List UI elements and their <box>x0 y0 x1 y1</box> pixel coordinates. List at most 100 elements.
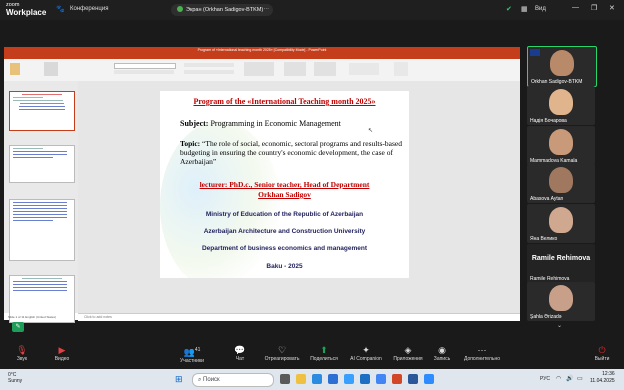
participant-name-center: Ramile Rehimova <box>531 255 591 262</box>
language-indicator[interactable]: РУС <box>540 376 550 382</box>
annotate-icon[interactable]: ✎ <box>12 322 24 332</box>
subject-label: Subject: <box>180 119 209 128</box>
topic-value: “The role of social, economic, sectoral … <box>180 139 402 166</box>
leave-button[interactable]: ⏻ Выйти <box>582 344 622 363</box>
ppt-ribbon <box>4 59 520 82</box>
close-icon[interactable]: ✕ <box>609 4 615 12</box>
wifi-icon[interactable]: ◠ <box>556 375 561 382</box>
mic-off-icon: 🎙 <box>16 345 28 355</box>
weather-widget[interactable]: 0°C Sunny <box>8 372 22 384</box>
record-icon: ◉ <box>438 345 446 355</box>
participant-avatar <box>549 285 573 311</box>
participant-tile[interactable]: Надія Бочарова <box>527 86 595 125</box>
battery-icon[interactable]: ▭ <box>577 375 583 382</box>
video-label: Видео <box>54 356 70 362</box>
more-button[interactable]: ⋯ Дополнительно <box>462 344 502 363</box>
chat-button[interactable]: 💬 Чат <box>220 344 260 363</box>
ppt-status-text: Slide 1 of 11 English (United States) <box>8 315 56 319</box>
participant-name: Abasova Aytan <box>530 196 564 202</box>
conference-tab[interactable]: Конференция <box>70 6 108 12</box>
participant-tile[interactable]: Ramile Rehimova Ramile Rehimova <box>527 244 595 283</box>
zoom-app-icon[interactable] <box>328 374 338 384</box>
participant-name: Orkhan Sadigov-BTKM <box>531 79 583 85</box>
participants-button[interactable]: 👥41 Участники <box>172 344 212 365</box>
ai-companion-button[interactable]: ✦ AI Companion <box>346 344 386 363</box>
slide-ministry: Ministry of Education of the Republic of… <box>205 211 364 218</box>
subject-value: Programming in Economic Management <box>208 119 341 128</box>
windows-start-icon[interactable]: ⊞ <box>175 374 183 385</box>
powerpoint-icon[interactable] <box>392 374 402 384</box>
new-slide-icon[interactable] <box>44 62 58 76</box>
file-explorer-icon[interactable] <box>296 374 306 384</box>
react-button[interactable]: ♡ Отреагировать <box>262 344 302 363</box>
word-icon[interactable] <box>408 374 418 384</box>
slide-topic: Topic: “The role of social, economic, se… <box>180 139 405 166</box>
audio-button[interactable]: 🎙 Звук <box>2 344 42 363</box>
quick-styles-icon[interactable] <box>314 62 336 76</box>
video-button[interactable]: ▶ Видео <box>42 344 82 363</box>
paste-icon[interactable] <box>10 63 20 75</box>
slide-program-title: Program of the «International Teaching m… <box>193 97 376 106</box>
more-label: Дополнительно <box>464 356 500 362</box>
task-view-icon[interactable] <box>280 374 290 384</box>
leave-icon: ⏻ <box>598 345 606 355</box>
chrome-icon[interactable] <box>376 374 386 384</box>
badge-icon <box>530 49 540 56</box>
participants-count: 41 <box>194 347 201 353</box>
current-slide[interactable]: Program of the «International Teaching m… <box>160 91 409 278</box>
share-icon: ⬆ <box>320 345 328 355</box>
participant-avatar <box>550 50 574 76</box>
minimize-icon[interactable]: — <box>572 4 579 11</box>
search-label: Поиск <box>203 377 220 383</box>
zoom-logo: zoom Workplace <box>6 2 46 17</box>
arrange-icon[interactable] <box>284 62 306 76</box>
participant-tile[interactable]: Şahla Ərizadə <box>527 282 595 321</box>
speaker-icon[interactable]: 🔊 <box>566 375 573 382</box>
chat-label: Чат <box>235 356 245 362</box>
share-button[interactable]: ⬆ Поделиться <box>304 344 344 363</box>
participant-avatar <box>549 167 573 193</box>
share-options-icon[interactable]: ⋯ <box>264 4 270 16</box>
participant-tile[interactable]: Abasova Aytan <box>527 164 595 203</box>
outlook-icon[interactable] <box>360 374 370 384</box>
dictate-icon[interactable] <box>394 62 408 76</box>
taskbar-search[interactable]: ⌕ Поиск <box>192 373 274 387</box>
shield-icon[interactable]: ✔ <box>506 5 512 13</box>
chevron-down-icon[interactable]: ⌄ <box>557 322 562 329</box>
paragraph-row[interactable] <box>184 63 234 67</box>
font-box[interactable] <box>114 63 176 69</box>
react-label: Отреагировать <box>264 356 300 362</box>
participant-name: Надія Бочарова <box>530 118 567 124</box>
leave-label: Выйти <box>594 356 610 362</box>
zoom-taskbar-icon[interactable] <box>424 374 434 384</box>
topic-label: Topic: <box>180 139 201 148</box>
taskbar-clock[interactable]: 12:36 11.04.2025 <box>590 371 615 385</box>
layout-icon[interactable]: ▦ <box>521 5 528 13</box>
participant-tile[interactable]: Mammadova Kamala <box>527 126 595 165</box>
participant-avatar <box>549 207 573 233</box>
record-label: Запись <box>433 356 451 362</box>
slide-university: Azerbaijan Architecture and Construction… <box>203 228 366 235</box>
format-row[interactable] <box>114 70 174 74</box>
slide-city-year: Baku - 2025 <box>266 263 303 270</box>
edge-icon[interactable] <box>312 374 322 384</box>
slide-thumb-1[interactable] <box>9 91 75 131</box>
shared-screen: Program of «International teaching month… <box>4 47 520 323</box>
editing-group[interactable] <box>349 63 379 75</box>
shapes-gallery[interactable] <box>244 62 274 76</box>
record-button[interactable]: ◉ Запись <box>422 344 462 363</box>
slide-thumb-2[interactable] <box>9 145 75 183</box>
slide-thumb-3[interactable] <box>9 199 75 261</box>
participant-tile[interactable]: Orkhan Sadigov-BTKM <box>527 46 597 87</box>
align-row[interactable] <box>184 70 234 74</box>
notes-pane[interactable]: Click to add notes <box>78 313 520 321</box>
paw-icon[interactable]: 🐾 <box>56 5 65 13</box>
screen-share-pill[interactable]: Экран (Orkhan Sadigov-BTKM) ⋯ <box>171 4 273 16</box>
participant-tile[interactable]: Яна Велико <box>527 204 595 243</box>
weather-text: Sunny <box>8 378 23 384</box>
store-icon[interactable] <box>344 374 354 384</box>
notes-placeholder: Click to add notes <box>84 315 112 319</box>
maximize-icon[interactable]: ❐ <box>591 4 597 12</box>
view-button[interactable]: Вид <box>535 6 546 12</box>
ai-icon: ✦ <box>362 345 370 355</box>
